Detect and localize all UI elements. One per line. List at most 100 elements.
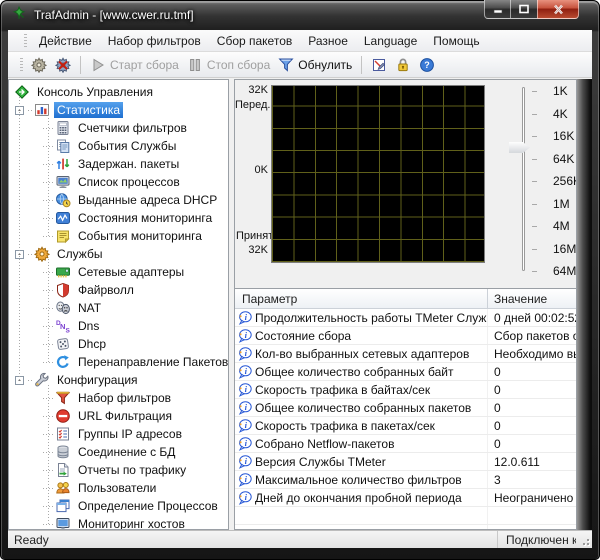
tree-item[interactable]: События мониторинга [9,227,228,245]
tree-item-label: Группы IP адресов [75,426,185,442]
client-area: ДействиеНабор фильтровСбор пакетовРазное… [8,30,592,548]
tree-item[interactable]: Список процессов [9,173,228,191]
tree-item[interactable]: Набор фильтров [9,389,228,407]
navigation-tree-panel: Консоль Управления-СтатистикаСчетчики фи… [8,79,229,530]
slider-tick [532,204,537,205]
close-button[interactable] [537,0,579,19]
menu-item[interactable]: Разное [300,31,356,51]
dhcp-dice-icon [54,336,71,352]
tree-item[interactable]: Задержан. пакеты [9,155,228,173]
param-text: Максимальное количество фильтров [255,473,462,487]
minimize-button[interactable] [484,0,511,19]
column-header-param[interactable]: Параметр [235,289,488,308]
tree-item-label: Dns [75,318,102,334]
tree-item[interactable]: -Службы [9,245,228,263]
param-text: Дней до окончания пробной периода [255,491,462,505]
reset-button[interactable]: Обнулить [274,55,356,75]
window-edge-shade [577,79,592,530]
tree-item[interactable]: Выданные адреса DHCP [9,191,228,209]
help-icon: ? [419,57,435,73]
tree-item[interactable]: URL Фильтрация [9,407,228,425]
param-text: Скорость трафика в пакетах/сек [255,419,435,433]
stop-capture-button[interactable]: Стоп сбора [183,55,274,75]
table-row[interactable]: iМаксимальное количество фильтров3 [235,471,576,489]
tree-item-label: Файрволл [75,282,137,298]
tree-item-label: Консоль Управления [34,84,156,100]
tree-item-label: URL Фильтрация [75,408,175,424]
options-button[interactable] [27,55,51,75]
value-cell: 0 [488,383,576,397]
value-cell: Сбор пакетов о... [488,329,576,343]
table-row[interactable]: iОбщее количество собранных байт0 [235,363,576,381]
properties-button[interactable] [367,55,391,75]
caption-buttons [485,0,579,19]
resize-grip[interactable] [579,535,589,545]
table-row[interactable]: iОбщее количество собранных пакетов0 [235,399,576,417]
tree-item[interactable]: Отчеты по трафику [9,461,228,479]
info-balloon-icon: i [237,364,253,380]
column-header-value[interactable]: Значение [488,292,576,306]
tree-item-label: События Службы [75,138,179,154]
menu-item[interactable]: Language [356,31,425,51]
menubar-grip[interactable] [24,34,27,48]
scale-slider-track[interactable] [522,87,525,271]
tree-item-label: Выданные адреса DHCP [75,192,220,208]
value-cell: 0 дней 00:02:52 [488,311,576,325]
tree-item-label: Отчеты по трафику [75,462,189,478]
tree-item[interactable]: Файрволл [9,281,228,299]
table-row[interactable]: iКол-во выбранных сетевых адаптеровНеобх… [235,345,576,363]
table-row[interactable]: iПродолжительность работы TMeter Служ...… [235,309,576,327]
tree-item-label: Задержан. пакеты [75,156,182,172]
scale-slider-thumb[interactable] [509,142,530,153]
tree-item[interactable]: DNSDns [9,317,228,335]
maximize-button[interactable] [510,0,538,19]
table-row[interactable]: iДней до окончания пробной периодаНеогра… [235,489,576,507]
tree-item[interactable]: Группы IP адресов [9,425,228,443]
menu-item[interactable]: Сбор пакетов [209,31,300,51]
tree-item-label: NAT [75,300,104,316]
tree-item[interactable]: Пользователи [9,479,228,497]
service-events-icon [54,138,71,154]
main-area: Консоль Управления-СтатистикаСчетчики фи… [8,79,592,530]
slider-scale-label: 16M [553,242,577,256]
tree-item-label: Перенаправление Пакетов [75,354,229,370]
tree-item[interactable]: -Конфигурация [9,371,228,389]
table-row[interactable]: iСостояние сбораСбор пакетов о... [235,327,576,345]
table-row[interactable]: iСкорость трафика в пакетах/сек0 [235,417,576,435]
tree-item[interactable]: Соединение с БД [9,443,228,461]
tree-item[interactable]: Перенаправление Пакетов [9,353,228,371]
table-header[interactable]: Параметр Значение [235,289,576,309]
toolbar-button-label: Обнулить [298,58,352,72]
tree-item[interactable]: NAT [9,299,228,317]
tree-item[interactable]: Dhcp [9,335,228,353]
menu-item[interactable]: Действие [31,31,100,51]
tree-item[interactable]: -Статистика [9,101,228,119]
menu-item[interactable]: Помощь [425,31,487,51]
start-capture-button[interactable]: Старт сбора [86,55,183,75]
help-button[interactable]: ? [415,55,439,75]
toolbar: Старт сбораСтоп сбора Обнулить? [8,52,592,78]
checklist-icon [54,426,71,442]
table-row[interactable]: iСкорость трафика в байтах/сек0 [235,381,576,399]
tree-item-label: Сетевые адаптеры [75,264,187,280]
table-row[interactable]: iВерсия Службы TMeter12.0.611 [235,453,576,471]
menu-item[interactable]: Набор фильтров [100,31,209,51]
traffic-graph-section: 32K Перед. 0K Принят 32K 1K4K16K64K256K1… [235,80,577,288]
tree-item[interactable]: Консоль Управления [9,83,228,101]
axis-top-value: 32K [235,84,268,96]
app-window: TrafAdmin - [www.cwer.ru.tmf] ДействиеНа… [0,0,600,560]
param-cell: iСкорость трафика в пакетах/сек [235,417,488,434]
disconnect-button[interactable] [51,55,75,75]
tree-item[interactable]: События Службы [9,137,228,155]
app-icon [11,5,27,26]
lock-button[interactable] [391,55,415,75]
tree-item[interactable]: Мониторинг хостов [9,515,228,530]
tree-item[interactable]: Счетчики фильтров [9,119,228,137]
tree-item[interactable]: Определение Процессов [9,497,228,515]
toolbar-grip[interactable] [20,58,23,72]
table-row[interactable]: iСобрано Netflow-пакетов0 [235,435,576,453]
tree-item[interactable]: Состояния мониторинга [9,209,228,227]
slider-tick [532,181,537,182]
slider-tick [532,249,537,250]
tree-item[interactable]: Сетевые адаптеры [9,263,228,281]
